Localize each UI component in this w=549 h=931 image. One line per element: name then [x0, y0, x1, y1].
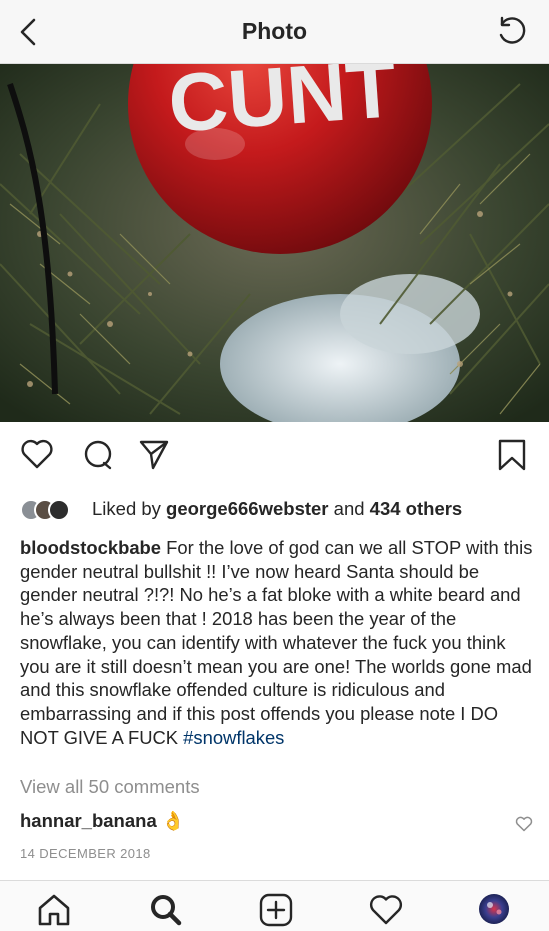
comment-like-heart-icon[interactable] [515, 816, 533, 832]
likes-prefix: Liked by [92, 498, 167, 519]
save-bookmark-icon[interactable] [497, 438, 527, 472]
others-likes-link[interactable]: 434 others [370, 498, 463, 519]
christmas-ornament-image: CUNT [0, 64, 549, 422]
liker-avatars[interactable] [20, 499, 92, 522]
view-all-comments-link[interactable]: View all 50 comments [20, 776, 200, 798]
comment-row: hannar_banana 👌 [20, 810, 185, 832]
refresh-icon[interactable] [495, 15, 529, 49]
comment-username-link[interactable]: hannar_banana [20, 810, 157, 831]
bottom-tab-bar [0, 880, 549, 931]
profile-avatar[interactable] [478, 893, 510, 925]
home-icon[interactable] [36, 893, 72, 927]
post-photo[interactable]: CUNT [0, 64, 549, 422]
post-actions [0, 430, 549, 480]
comment-icon[interactable] [82, 438, 114, 472]
share-direct-icon[interactable] [138, 438, 170, 472]
post-caption: bloodstockbabe For the love of god can w… [20, 536, 535, 749]
post-date: 14 DECEMBER 2018 [20, 846, 151, 861]
post-username-link[interactable]: bloodstockbabe [20, 537, 161, 558]
likes-line: Liked by george666webster and 434 others [20, 496, 540, 522]
page-title: Photo [241, 18, 308, 44]
liker-avatar [48, 499, 70, 522]
caption-text: For the love of god can we all STOP with… [20, 537, 533, 748]
comment-text: 👌 [161, 810, 185, 831]
likes-middle: and [328, 498, 370, 519]
search-icon[interactable] [148, 893, 184, 927]
top-bar: Photo [0, 0, 549, 64]
add-icon[interactable] [258, 893, 294, 927]
liked-by-user-link[interactable]: george666webster [166, 498, 328, 519]
heart-icon[interactable] [368, 893, 404, 927]
hashtag-link[interactable]: #snowflakes [183, 727, 284, 748]
like-heart-icon[interactable] [20, 438, 54, 470]
